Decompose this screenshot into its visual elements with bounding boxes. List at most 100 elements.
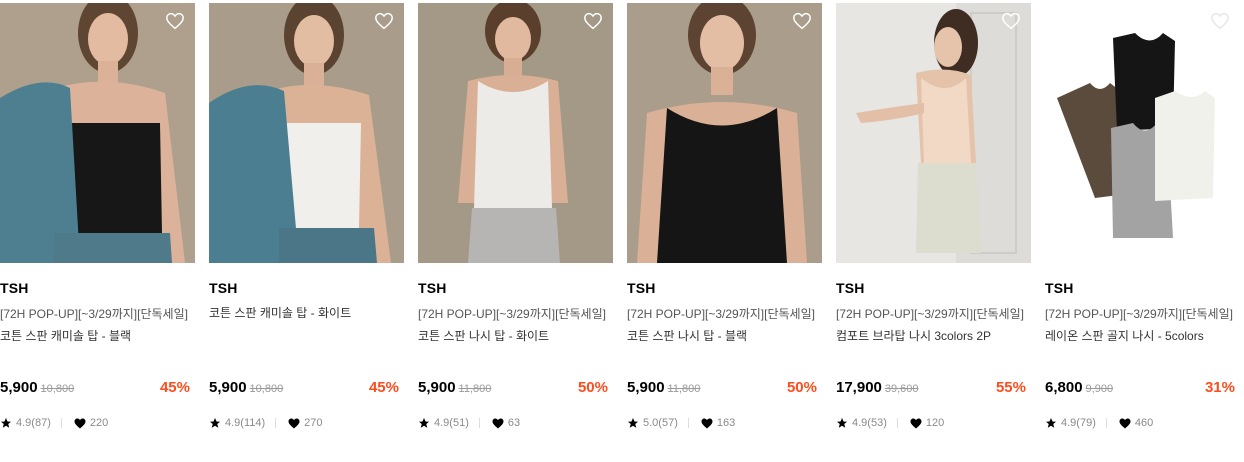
product-name[interactable]: 컴포트 브라탑 나시 3colors 2P (836, 327, 1031, 343)
divider (478, 418, 480, 428)
like-count: 460 (1134, 417, 1154, 429)
model-photo-white-camisole (209, 3, 404, 263)
price-row: 5,900 11,800 50% (627, 379, 817, 399)
divider (896, 418, 898, 428)
heart-filled-icon (492, 418, 504, 428)
product-card[interactable]: TSH [72H POP-UP][~3/29까지][단독세일] 코튼 스판 캐미… (0, 3, 195, 429)
original-price: 39,600 (884, 383, 919, 395)
product-image[interactable] (0, 3, 195, 263)
heart-filled-icon (910, 418, 922, 428)
sale-price: 5,900 (627, 379, 665, 396)
product-card[interactable]: TSH 코튼 스판 캐미솔 탑 - 화이트 5,900 10,800 45% 4.… (209, 3, 404, 429)
star-icon (210, 418, 220, 428)
like-count: 120 (925, 417, 945, 429)
product-card[interactable]: TSH [72H POP-UP][~3/29까지][단독세일] 레이온 스판 골… (1045, 3, 1240, 429)
promo-text: [72H POP-UP][~3/29까지][단독세일] (627, 307, 815, 321)
discount-rate: 45% (368, 379, 399, 396)
rating: 5.0(57) (643, 417, 678, 429)
sale-price: 5,900 (418, 379, 456, 396)
price-row: 17,900 39,600 55% (836, 379, 1026, 399)
product-image[interactable] (1045, 3, 1240, 263)
heart-filled-icon (1119, 418, 1131, 428)
product-image[interactable] (209, 3, 404, 263)
rating: 4.9(87) (16, 417, 51, 429)
product-photo-five-tanks (1045, 3, 1240, 263)
product-name[interactable]: 레이온 스판 골지 나시 - 5colors (1045, 327, 1240, 343)
divider (60, 418, 62, 428)
rating: 4.9(79) (1061, 417, 1096, 429)
product-name[interactable]: 코튼 스판 캐미솔 탑 - 블랙 (0, 327, 195, 343)
star-icon (837, 418, 847, 428)
product-card[interactable]: TSH [72H POP-UP][~3/29까지][단독세일] 코튼 스판 나시… (627, 3, 822, 429)
discount-rate: 50% (786, 379, 817, 396)
divider (1105, 418, 1107, 428)
sale-price: 6,800 (1045, 379, 1083, 396)
brand-name[interactable]: TSH (418, 280, 613, 298)
model-photo-black-camisole (0, 3, 195, 263)
star-icon (628, 418, 638, 428)
original-price: 9,900 (1085, 383, 1114, 395)
heart-filled-icon (701, 418, 713, 428)
star-icon (1046, 418, 1056, 428)
price-row: 6,800 9,900 31% (1045, 379, 1235, 399)
brand-name[interactable]: TSH (209, 280, 404, 298)
product-image[interactable] (836, 3, 1031, 263)
original-price: 11,800 (458, 383, 492, 395)
promo-text: [72H POP-UP][~3/29까지][단독세일] (418, 307, 606, 321)
promo-text: [72H POP-UP][~3/29까지][단독세일] (0, 307, 188, 321)
heart-outline-icon[interactable] (1001, 12, 1021, 30)
original-price: 10,800 (40, 383, 75, 395)
model-photo-white-tank (418, 3, 613, 263)
heart-outline-icon[interactable] (792, 12, 812, 30)
review-meta: 4.9(87) 220 (0, 415, 108, 431)
brand-name[interactable]: TSH (1045, 280, 1240, 298)
model-photo-black-tank (627, 3, 822, 263)
rating: 4.9(114) (225, 417, 266, 429)
brand-name[interactable]: TSH (0, 280, 195, 298)
promo-text: [72H POP-UP][~3/29까지][단독세일] (836, 307, 1024, 321)
review-meta: 4.9(114) 270 (209, 415, 323, 431)
like-count: 270 (304, 417, 323, 429)
divider (275, 418, 277, 428)
heart-outline-icon[interactable] (1210, 12, 1230, 30)
brand-name[interactable]: TSH (836, 280, 1031, 298)
heart-outline-icon[interactable] (583, 12, 603, 30)
price-row: 5,900 11,800 50% (418, 379, 608, 399)
like-count: 220 (89, 417, 109, 429)
product-image[interactable] (627, 3, 822, 263)
original-price: 10,800 (249, 383, 284, 395)
divider (687, 418, 689, 428)
star-icon (1, 418, 11, 428)
discount-rate: 31% (1204, 379, 1235, 396)
product-name[interactable]: 코튼 스판 캐미솔 탑 - 화이트 (209, 304, 404, 320)
product-name[interactable]: 코튼 스판 나시 탑 - 블랙 (627, 327, 822, 343)
brand-name[interactable]: TSH (627, 280, 822, 298)
price-row: 5,900 10,800 45% (0, 379, 190, 399)
product-name[interactable]: 코튼 스판 나시 탑 - 화이트 (418, 327, 613, 343)
product-card[interactable]: TSH [72H POP-UP][~3/29까지][단독세일] 코튼 스판 나시… (418, 3, 613, 429)
product-grid: TSH [72H POP-UP][~3/29까지][단독세일] 코튼 스판 캐미… (0, 0, 1244, 462)
model-photo-bra-top (836, 3, 1031, 263)
discount-rate: 45% (159, 379, 190, 396)
review-meta: 4.9(79) 460 (1045, 415, 1153, 431)
promo-text: [72H POP-UP][~3/29까지][단독세일] (1045, 307, 1233, 321)
like-count: 63 (507, 417, 521, 429)
star-icon (419, 418, 429, 428)
heart-outline-icon[interactable] (374, 12, 394, 30)
review-meta: 4.9(51) 63 (418, 415, 520, 431)
heart-outline-icon[interactable] (165, 12, 185, 30)
discount-rate: 50% (577, 379, 608, 396)
sale-price: 17,900 (836, 379, 882, 396)
original-price: 11,800 (667, 383, 701, 395)
sale-price: 5,900 (0, 379, 38, 396)
price-row: 5,900 10,800 45% (209, 379, 399, 399)
review-meta: 5.0(57) 163 (627, 415, 735, 431)
discount-rate: 55% (995, 379, 1026, 396)
sale-price: 5,900 (209, 379, 247, 396)
heart-filled-icon (74, 418, 86, 428)
rating: 4.9(53) (852, 417, 887, 429)
rating: 4.9(51) (434, 417, 469, 429)
product-card[interactable]: TSH [72H POP-UP][~3/29까지][단독세일] 컴포트 브라탑 … (836, 3, 1031, 429)
heart-filled-icon (288, 418, 300, 428)
product-image[interactable] (418, 3, 613, 263)
